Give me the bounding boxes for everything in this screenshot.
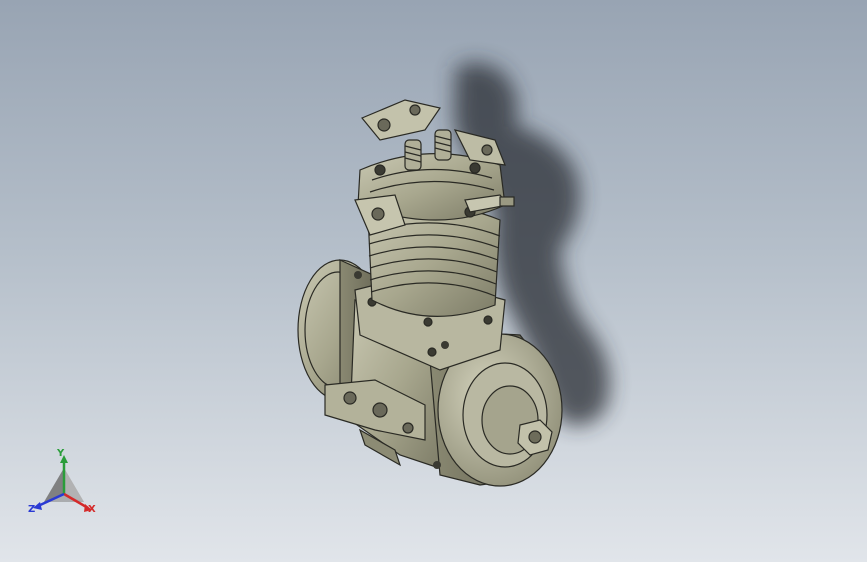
axis-z-label: Z xyxy=(28,504,36,515)
axis-x-label: X xyxy=(88,504,96,515)
engine-model[interactable] xyxy=(0,0,867,562)
axis-y-label: Y xyxy=(57,448,65,459)
reference-triad[interactable]: Y X Z xyxy=(22,446,106,526)
graphics-viewport[interactable]: Y X Z xyxy=(0,0,867,562)
